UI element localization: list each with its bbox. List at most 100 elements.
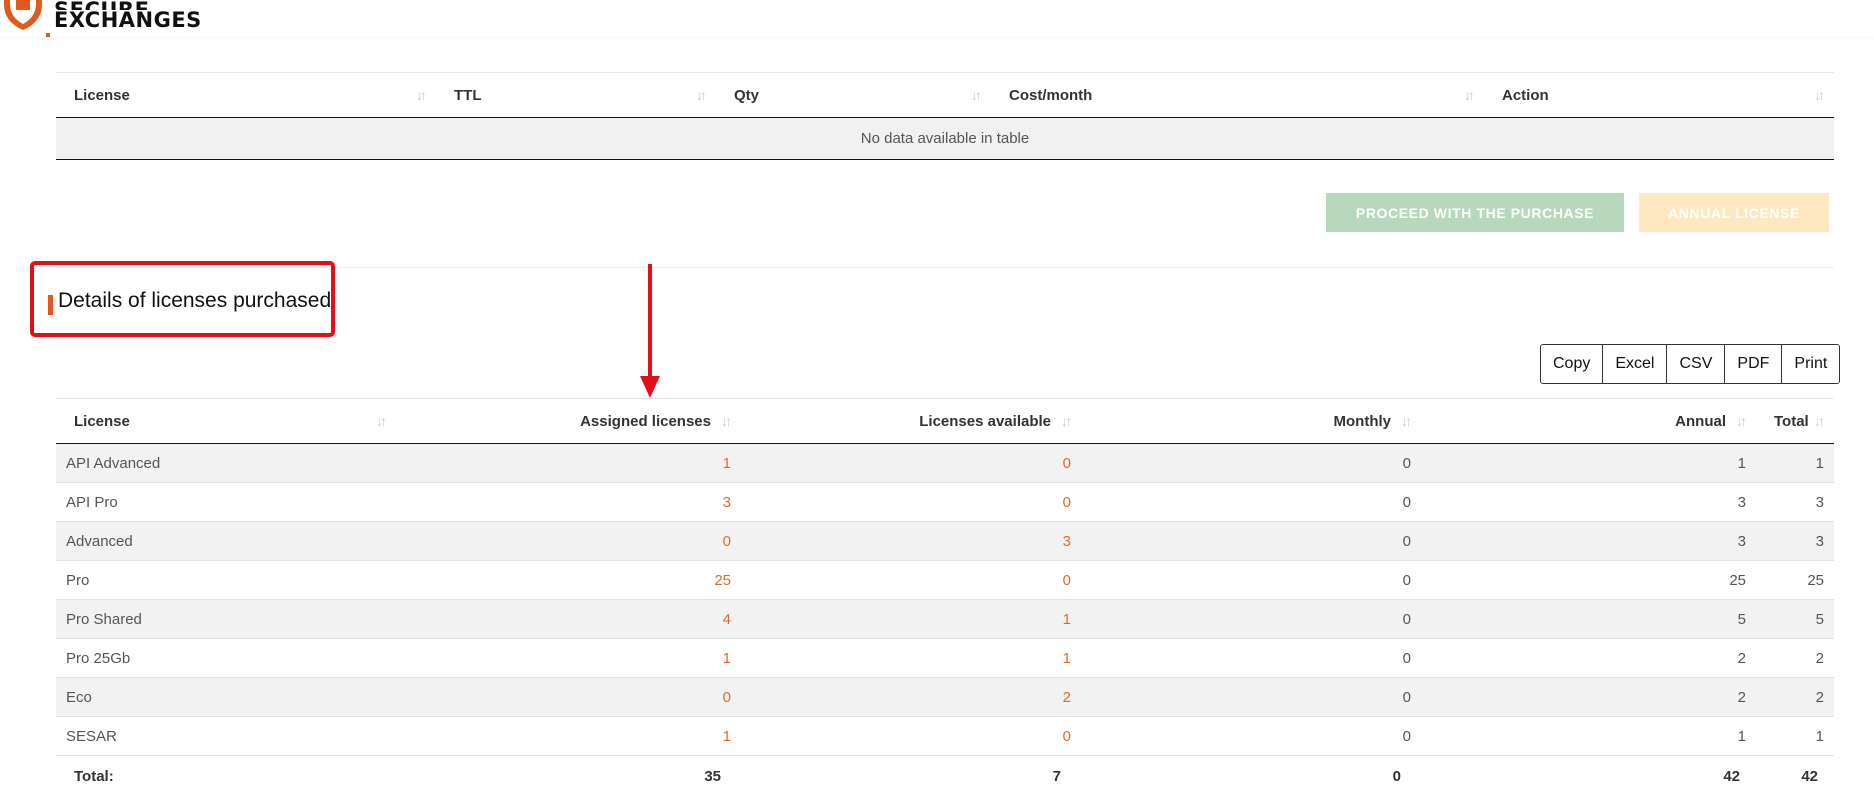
table-row: Advanced 0 3 0 3 3: [56, 521, 1834, 561]
sort-icon[interactable]: ↓↑: [376, 413, 387, 429]
col-total[interactable]: Total ↓↑: [1756, 398, 1834, 444]
annotation-arrow-icon: [640, 264, 660, 398]
cell-annual: 3: [1421, 521, 1756, 561]
cell-available: 0: [741, 482, 1081, 522]
cell-annual: 1: [1421, 716, 1756, 756]
total-monthly: 0: [1081, 755, 1421, 796]
total-available: 7: [741, 755, 1081, 796]
sort-icon[interactable]: ↓↑: [696, 87, 707, 103]
cell-assigned: 0: [396, 521, 741, 561]
cell-available: 0: [741, 443, 1081, 483]
cell-assigned: 1: [396, 716, 741, 756]
cell-total: 2: [1756, 677, 1834, 717]
cell-monthly: 0: [1081, 599, 1421, 639]
sort-icon[interactable]: ↓↑: [1814, 87, 1825, 103]
sort-icon[interactable]: ↓↑: [1401, 413, 1412, 429]
sort-icon[interactable]: ↓↑: [1736, 413, 1747, 429]
empty-message: No data available in table: [56, 117, 1834, 160]
cell-monthly: 0: [1081, 521, 1421, 561]
cell-monthly: 0: [1081, 560, 1421, 600]
cell-assigned: 1: [396, 638, 741, 678]
cart-col-ttl-label: TTL: [454, 86, 482, 104]
print-button[interactable]: Print: [1781, 345, 1840, 383]
cart-empty-row: No data available in table: [56, 117, 1834, 160]
cell-assigned: 4: [396, 599, 741, 639]
cell-license: Pro 25Gb: [56, 638, 396, 678]
cart-col-qty-label: Qty: [734, 86, 760, 104]
cart-col-license[interactable]: License ↓↑: [56, 72, 436, 118]
sort-icon[interactable]: ↓↑: [721, 413, 732, 429]
table-row: SESAR 1 0 0 1 1: [56, 716, 1834, 756]
copy-button[interactable]: Copy: [1541, 345, 1603, 383]
pdf-button[interactable]: PDF: [1724, 345, 1782, 383]
cell-total: 1: [1756, 443, 1834, 483]
cell-annual: 25: [1421, 560, 1756, 600]
total-assigned: 35: [396, 755, 741, 796]
cell-assigned: 3: [396, 482, 741, 522]
cell-total: 2: [1756, 638, 1834, 678]
col-monthly[interactable]: Monthly ↓↑: [1081, 398, 1421, 444]
col-monthly-label: Monthly: [1333, 412, 1392, 430]
col-assigned-label: Assigned licenses: [580, 412, 711, 430]
sort-icon[interactable]: ↓↑: [971, 87, 982, 103]
cart-col-cost[interactable]: Cost/month ↓↑: [991, 72, 1484, 118]
cell-available: 1: [741, 599, 1081, 639]
col-license-label: License: [74, 412, 130, 430]
cell-available: 1: [741, 638, 1081, 678]
details-header-row: License ↓↑ Assigned licenses ↓↑ Licenses a…: [56, 398, 1834, 444]
heading-accent-bar: [48, 295, 53, 315]
table-row: API Pro 3 0 0 3 3: [56, 482, 1834, 522]
cell-assigned: 25: [396, 560, 741, 600]
table-row: Pro Shared 4 1 0 5 5: [56, 599, 1834, 639]
excel-button[interactable]: Excel: [1602, 345, 1667, 383]
cell-available: 0: [741, 716, 1081, 756]
col-annual[interactable]: Annual ↓↑: [1421, 398, 1756, 444]
cell-monthly: 0: [1081, 482, 1421, 522]
cell-annual: 2: [1421, 638, 1756, 678]
sort-icon[interactable]: ↓↑: [1464, 87, 1475, 103]
accent-tick: [46, 33, 50, 37]
section-heading-highlight: Details of licenses purchased: [30, 261, 335, 337]
cart-col-cost-label: Cost/month: [1009, 86, 1093, 104]
annual-license-button[interactable]: ANNUAL LICENSE: [1639, 193, 1829, 232]
csv-button[interactable]: CSV: [1666, 345, 1725, 383]
cart-col-qty[interactable]: Qty ↓↑: [716, 72, 991, 118]
cell-total: 25: [1756, 560, 1834, 600]
table-row: Pro 25 0 0 25 25: [56, 560, 1834, 600]
cell-assigned: 0: [396, 677, 741, 717]
cell-license: Pro: [56, 560, 396, 600]
cell-monthly: 0: [1081, 443, 1421, 483]
logo[interactable]: SECURE EXCHANGES: [0, 0, 202, 32]
cell-monthly: 0: [1081, 677, 1421, 717]
cell-total: 3: [1756, 482, 1834, 522]
cell-available: 2: [741, 677, 1081, 717]
col-license[interactable]: License ↓↑: [56, 398, 396, 444]
total-annual: 42: [1421, 755, 1756, 796]
cart-col-license-label: License: [74, 86, 130, 104]
section-title: Details of licenses purchased: [58, 289, 332, 312]
cell-monthly: 0: [1081, 638, 1421, 678]
cart-header-row: License ↓↑ TTL ↓↑ Qty ↓↑ Cost/month ↓↑ Actio…: [56, 72, 1834, 118]
sort-icon[interactable]: ↓↑: [1814, 413, 1825, 429]
totals-row: Total: 35 7 0 42 42: [56, 755, 1834, 796]
col-available[interactable]: Licenses available ↓↑: [741, 398, 1081, 444]
logo-text: SECURE EXCHANGES: [54, 0, 202, 32]
licenses-table: License ↓↑ Assigned licenses ↓↑ Licenses a…: [56, 398, 1834, 796]
sort-icon[interactable]: ↓↑: [416, 87, 427, 103]
cell-license: Pro Shared: [56, 599, 396, 639]
table-row: API Advanced 1 0 0 1 1: [56, 443, 1834, 483]
top-bar: SECURE EXCHANGES: [0, 0, 1874, 37]
proceed-purchase-button[interactable]: PROCEED WITH THE PURCHASE: [1326, 193, 1624, 232]
cell-license: Advanced: [56, 521, 396, 561]
cart-col-action[interactable]: Action ↓↑: [1484, 72, 1834, 118]
sort-icon[interactable]: ↓↑: [1061, 413, 1072, 429]
cell-license: SESAR: [56, 716, 396, 756]
cell-annual: 1: [1421, 443, 1756, 483]
cart-col-ttl[interactable]: TTL ↓↑: [436, 72, 716, 118]
cell-annual: 2: [1421, 677, 1756, 717]
col-assigned[interactable]: Assigned licenses ↓↑: [396, 398, 741, 444]
cell-license: Eco: [56, 677, 396, 717]
cell-annual: 3: [1421, 482, 1756, 522]
logo-line2: EXCHANGES: [54, 8, 202, 32]
cell-available: 3: [741, 521, 1081, 561]
